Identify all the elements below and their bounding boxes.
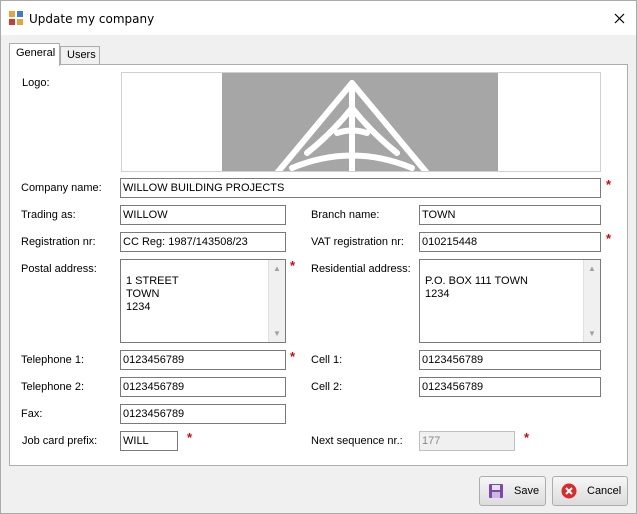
tab-general[interactable]: General: [9, 43, 60, 66]
job-card-prefix-label: Job card prefix:: [22, 435, 98, 447]
vat-registration-nr-field[interactable]: 010215448: [419, 232, 601, 252]
title-bar: Update my company: [1, 1, 636, 35]
postal-address-scrollbar[interactable]: ▲ ▼: [268, 260, 285, 342]
scroll-down-icon[interactable]: ▼: [273, 327, 281, 340]
scroll-down-icon[interactable]: ▼: [588, 327, 596, 340]
registration-nr-label: Registration nr:: [21, 236, 96, 248]
fax-label: Fax:: [21, 408, 43, 420]
cell-1-field[interactable]: 0123456789: [419, 350, 601, 370]
trading-as-field[interactable]: WILLOW: [120, 205, 286, 225]
save-button[interactable]: Save: [479, 476, 546, 506]
vat-registration-nr-label: VAT registration nr:: [311, 236, 404, 248]
next-sequence-required-marker: *: [524, 430, 530, 445]
logo-label: Logo:: [22, 77, 50, 89]
telephone-1-field[interactable]: 0123456789: [120, 350, 286, 370]
residential-address-scrollbar[interactable]: ▲ ▼: [583, 260, 600, 342]
company-logo-image: [222, 73, 498, 171]
logo-image-box[interactable]: [121, 72, 601, 172]
company-name-field[interactable]: WILLOW BUILDING PROJECTS: [120, 178, 601, 198]
close-icon: [614, 13, 624, 23]
close-button[interactable]: [607, 7, 631, 29]
tab-general-label: General: [16, 47, 56, 59]
telephone-2-field[interactable]: 0123456789: [120, 377, 286, 397]
update-company-dialog: Update my company General Users Logo: Co…: [0, 0, 637, 514]
job-card-prefix-field[interactable]: WILL: [120, 431, 178, 451]
company-name-label: Company name:: [21, 182, 102, 194]
app-icon: [9, 11, 23, 25]
cell-2-label: Cell 2:: [311, 381, 343, 393]
window-title: Update my company: [29, 12, 155, 26]
tab-users[interactable]: Users: [60, 46, 100, 64]
postal-address-text: 1 STREET TOWN 1234: [126, 275, 179, 313]
cancel-button[interactable]: Cancel: [552, 476, 628, 506]
telephone-1-required-marker: *: [290, 349, 296, 364]
cancel-button-label: Cancel: [587, 485, 622, 497]
cell-1-label: Cell 1:: [311, 354, 343, 366]
next-sequence-nr-field: 177: [419, 431, 515, 451]
registration-nr-field[interactable]: CC Reg: 1987/143508/23: [120, 232, 286, 252]
postal-address-required-marker: *: [290, 258, 296, 273]
scroll-up-icon[interactable]: ▲: [273, 262, 281, 275]
residential-address-text: P.O. BOX 111 TOWN 1234: [425, 275, 528, 300]
postal-address-textarea[interactable]: 1 STREET TOWN 1234 ▲ ▼: [120, 259, 286, 343]
telephone-2-label: Telephone 2:: [21, 381, 84, 393]
telephone-1-label: Telephone 1:: [21, 354, 84, 366]
branch-name-field[interactable]: TOWN: [419, 205, 601, 225]
company-name-required-marker: *: [606, 177, 612, 192]
postal-address-label: Postal address:: [21, 263, 97, 275]
floppy-disk-icon: [489, 484, 503, 498]
fax-field[interactable]: 0123456789: [120, 404, 286, 424]
tab-users-label: Users: [67, 49, 96, 61]
vat-required-marker: *: [606, 231, 612, 246]
trading-as-label: Trading as:: [21, 209, 76, 221]
job-card-prefix-required-marker: *: [187, 430, 193, 445]
cancel-x-icon: [561, 483, 577, 499]
residential-address-textarea[interactable]: P.O. BOX 111 TOWN 1234 ▲ ▼: [419, 259, 601, 343]
scroll-up-icon[interactable]: ▲: [588, 262, 596, 275]
next-sequence-nr-label: Next sequence nr.:: [311, 435, 403, 447]
branch-name-label: Branch name:: [311, 209, 380, 221]
save-button-label: Save: [514, 485, 540, 497]
cell-2-field[interactable]: 0123456789: [419, 377, 601, 397]
residential-address-label: Residential address:: [311, 263, 411, 275]
